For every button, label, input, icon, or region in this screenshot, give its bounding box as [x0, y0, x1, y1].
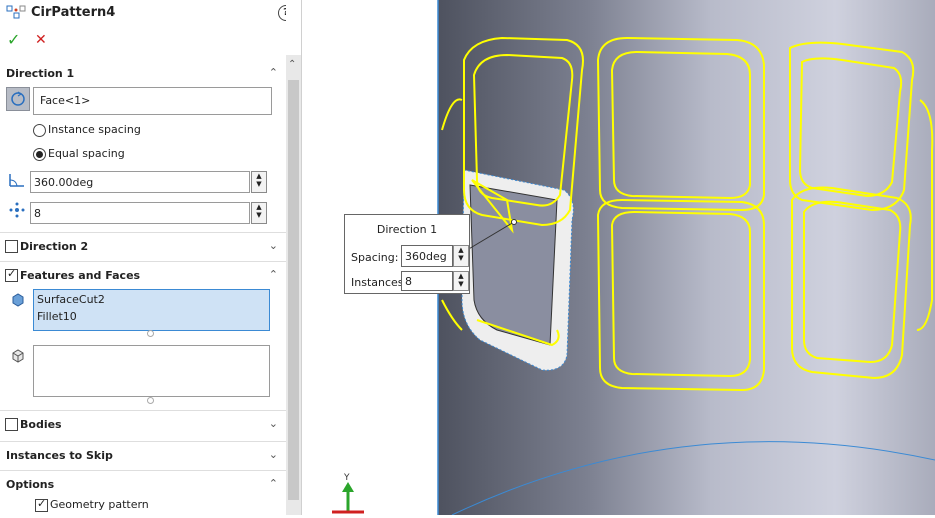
- faces-list[interactable]: [33, 345, 270, 397]
- list-item[interactable]: Fillet10: [37, 310, 77, 323]
- faces-icon: [11, 349, 25, 363]
- callout-instances-input[interactable]: 8: [401, 271, 453, 291]
- bodies-section-header[interactable]: Bodies ⌄: [0, 410, 286, 439]
- callout-title: Direction 1: [376, 223, 438, 236]
- instances-icon: [8, 202, 26, 218]
- bodies-checkbox[interactable]: [5, 418, 18, 431]
- instance-spacing-label: Instance spacing: [48, 123, 141, 136]
- chevron-down-icon[interactable]: ⌄: [269, 417, 278, 430]
- svg-text:Y: Y: [343, 473, 350, 483]
- callout-instances-spinner[interactable]: ▲ ▼: [453, 271, 469, 291]
- equal-spacing-label: Equal spacing: [48, 147, 125, 160]
- chevron-up-icon[interactable]: ⌃: [269, 268, 278, 281]
- pattern-axis-field[interactable]: Face<1>: [33, 87, 272, 115]
- resize-handle[interactable]: [147, 397, 154, 404]
- resize-handle[interactable]: [147, 330, 154, 337]
- list-item[interactable]: SurfaceCut2: [37, 293, 105, 306]
- direction2-checkbox[interactable]: [5, 240, 18, 253]
- chevron-up-icon[interactable]: ⌃: [269, 66, 278, 79]
- ok-button[interactable]: ✓: [7, 30, 20, 49]
- radio-dot: [36, 151, 43, 158]
- direction2-section-header[interactable]: Direction 2 ⌄: [0, 232, 286, 261]
- angle-icon: [8, 172, 26, 188]
- chevron-down-icon[interactable]: ⌄: [269, 448, 278, 461]
- callout-instances-label: Instances:: [351, 276, 408, 289]
- chevron-up-icon[interactable]: ⌃: [288, 59, 296, 70]
- reverse-direction-icon[interactable]: [6, 87, 30, 111]
- cancel-button[interactable]: ✕: [35, 32, 47, 48]
- instances-spinner[interactable]: ▲ ▼: [251, 202, 267, 224]
- equal-spacing-radio[interactable]: [33, 148, 46, 161]
- chevron-down-icon[interactable]: ⌄: [269, 239, 278, 252]
- geometry-pattern-label: Geometry pattern: [50, 498, 149, 511]
- features-list[interactable]: SurfaceCut2 Fillet10: [33, 289, 270, 331]
- instance-spacing-radio[interactable]: [33, 124, 46, 137]
- feature-title: CirPattern4: [31, 5, 116, 20]
- features-faces-section-header[interactable]: ✓ Features and Faces ⌃: [0, 261, 286, 290]
- instances-input[interactable]: 8: [30, 202, 250, 224]
- angle-input[interactable]: 360.00deg: [30, 171, 250, 193]
- direction1-callout[interactable]: Direction 1 Spacing: 360deg ▲ ▼ Instances…: [344, 214, 470, 294]
- circular-pattern-icon: [6, 5, 28, 21]
- view-triad: Y: [332, 473, 364, 514]
- callout-spacing-spinner[interactable]: ▲ ▼: [453, 245, 469, 267]
- chevron-up-icon[interactable]: ⌃: [269, 477, 278, 490]
- features-icon: [11, 293, 25, 307]
- callout-spacing-input[interactable]: 360deg: [401, 245, 453, 267]
- scrollbar-thumb[interactable]: [288, 80, 299, 500]
- features-faces-checkbox[interactable]: ✓: [5, 267, 18, 282]
- geometry-pattern-checkbox[interactable]: ✓: [35, 497, 48, 512]
- angle-spinner[interactable]: ▲ ▼: [251, 171, 267, 193]
- instances-to-skip-section-header[interactable]: Instances to Skip ⌄: [0, 441, 286, 470]
- direction1-section-header[interactable]: Direction 1 ⌃: [0, 60, 286, 88]
- callout-spacing-label: Spacing:: [351, 251, 399, 264]
- property-manager: CirPattern4 ? ✓ ✕ Direction 1 ⌃ Face<1> …: [0, 0, 286, 515]
- direction1-label: Direction 1: [6, 67, 75, 80]
- help-icon[interactable]: ?: [278, 5, 286, 21]
- options-section-header[interactable]: Options ⌃: [0, 470, 286, 499]
